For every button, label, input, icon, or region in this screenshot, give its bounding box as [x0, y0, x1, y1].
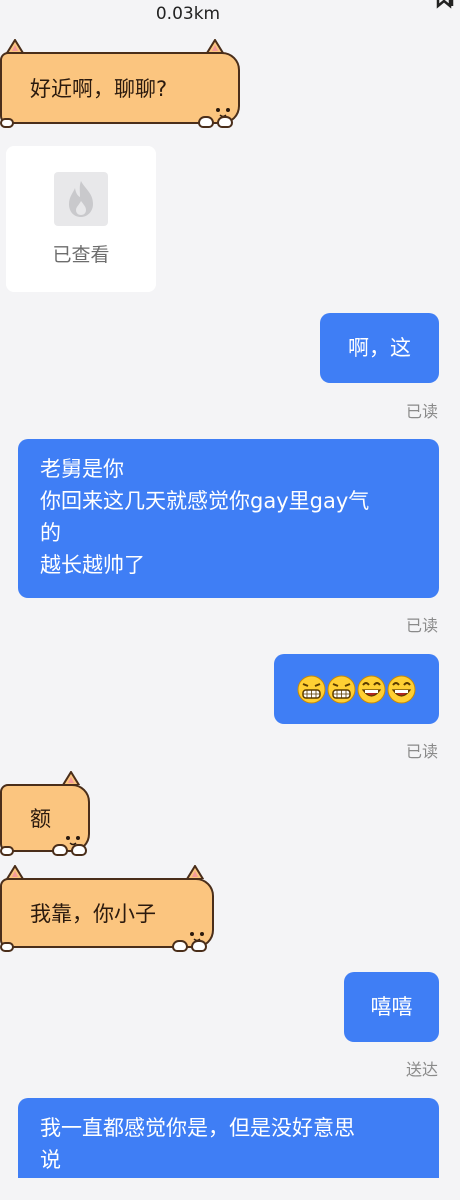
message-text: 好近啊，聊聊?	[30, 77, 168, 101]
incoming-message[interactable]: 额	[0, 771, 90, 856]
incoming-message[interactable]: 我靠，你小子	[0, 865, 214, 952]
grin-emoji-icon	[297, 675, 326, 703]
viewed-burn-card[interactable]: 已查看	[6, 146, 156, 292]
corgi-paw-icon	[0, 846, 14, 856]
outgoing-message[interactable]: 啊，这	[320, 313, 439, 383]
message-text: 嘻嘻	[370, 995, 413, 1019]
flame-icon	[54, 172, 108, 226]
read-status: 已读	[405, 616, 438, 635]
message-line: 你回来这几天就感觉你gay里gay气	[40, 489, 370, 513]
outgoing-message[interactable]: 我一直都感觉你是，但是没好意思 说	[18, 1098, 439, 1178]
corgi-paws-icon	[198, 116, 233, 130]
viewed-label: 已查看	[52, 244, 110, 266]
corgi-paw-icon	[0, 942, 14, 952]
grin-emoji-icon	[327, 675, 356, 703]
laugh-emoji-icon	[357, 675, 386, 703]
corgi-ear-icon	[206, 39, 224, 53]
corgi-paw-icon	[0, 118, 14, 128]
corgi-paws-icon	[52, 844, 87, 858]
message-line: 说	[40, 1148, 61, 1172]
message-text: 额	[30, 807, 51, 831]
corgi-ear-icon	[6, 39, 24, 53]
corgi-ear-icon	[186, 865, 204, 879]
incoming-message[interactable]: 好近啊，聊聊?	[0, 39, 240, 128]
bookmark-icon[interactable]	[434, 0, 460, 10]
outgoing-message[interactable]	[274, 654, 439, 724]
corgi-ear-icon	[62, 771, 80, 785]
corgi-ear-icon	[6, 865, 24, 879]
distance-label: 0.03km	[155, 4, 221, 24]
delivered-status: 送达	[405, 1060, 438, 1079]
corgi-paws-icon	[172, 940, 207, 954]
outgoing-message[interactable]: 嘻嘻	[344, 972, 439, 1042]
message-text: 我靠，你小子	[30, 902, 156, 926]
message-text: 啊，这	[348, 336, 411, 360]
outgoing-message[interactable]: 老舅是你 你回来这几天就感觉你gay里gay气 的 越长越帅了	[18, 439, 439, 598]
laugh-emoji-icon	[387, 675, 416, 703]
read-status: 已读	[405, 402, 438, 421]
message-line: 的	[40, 521, 61, 545]
message-line: 越长越帅了	[40, 553, 145, 577]
read-status: 已读	[405, 742, 438, 761]
message-line: 我一直都感觉你是，但是没好意思	[40, 1116, 355, 1140]
message-line: 老舅是你	[40, 457, 124, 481]
